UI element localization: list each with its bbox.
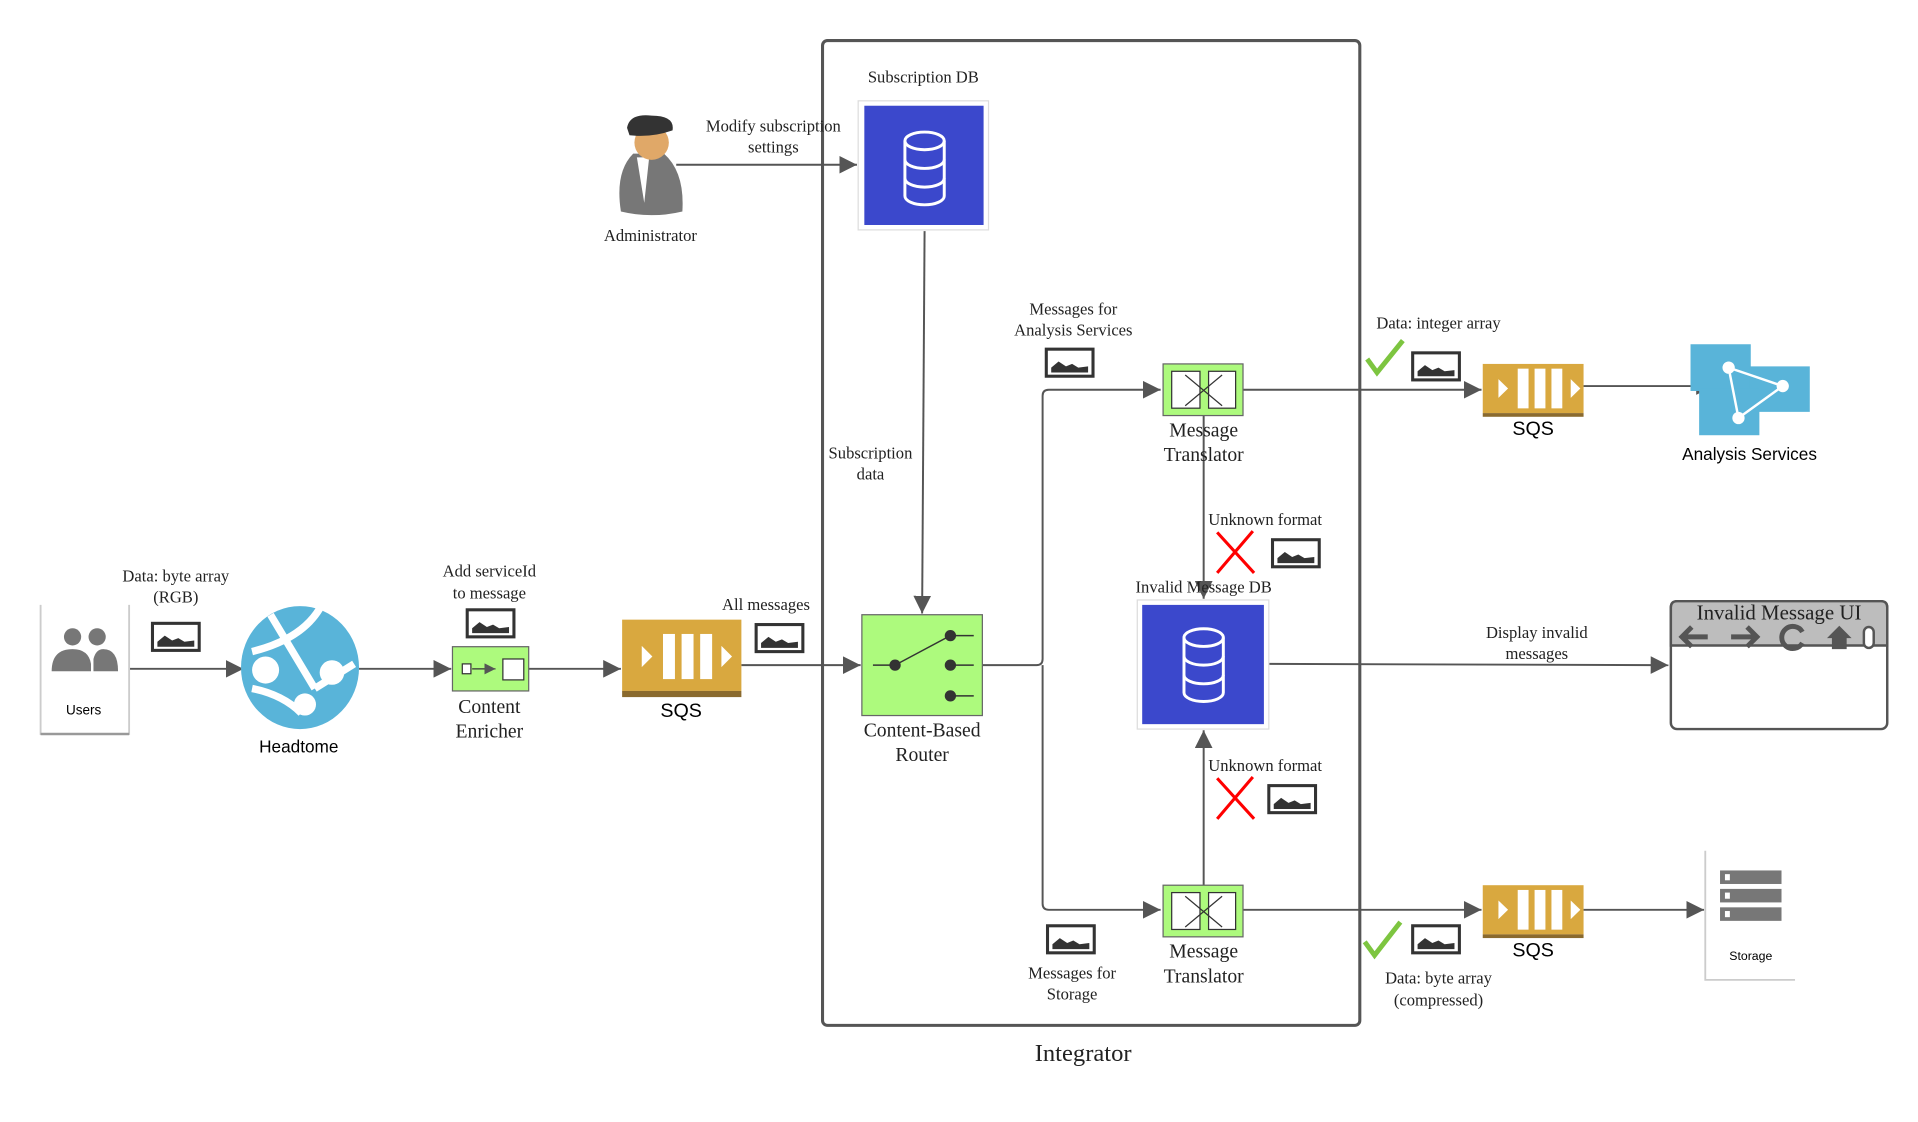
invalid-message-ui-window[interactable]: Invalid Message UI <box>1669 599 1889 731</box>
translator-bottom-label-line2: Translator <box>1164 965 1245 987</box>
subscription-db-label: Subscription DB <box>868 67 979 86</box>
sqs-analysis-label: SQS <box>1512 418 1554 440</box>
translator-top-label-line1: Message <box>1169 419 1238 441</box>
edges <box>129 155 1714 919</box>
invalid-db-label: Invalid Message DB <box>1136 578 1272 597</box>
content-enricher-node[interactable]: Content Enricher <box>451 646 530 743</box>
edge-label: Subscription <box>829 444 914 463</box>
content-based-router-node[interactable]: Content-Based Router <box>861 614 983 766</box>
edge-label: data <box>857 464 885 483</box>
translator-top-label-line2: Translator <box>1164 444 1245 466</box>
analysis-services-label: Analysis Services <box>1682 444 1817 464</box>
scroll-indicator-icon <box>1862 625 1875 650</box>
router-label-line1: Content-Based <box>864 719 981 741</box>
edge-label: Data: byte array <box>122 567 229 586</box>
invalid-message-db-node[interactable]: Invalid Message DB <box>1136 578 1272 730</box>
headtome-label: Headtome <box>259 736 338 756</box>
edge-label: Unknown format <box>1208 510 1322 529</box>
administrator-label: Administrator <box>604 226 697 245</box>
storage-server-icon <box>1720 870 1782 921</box>
edge-label: Storage <box>1047 985 1098 1004</box>
message-image-icon <box>1411 924 1461 955</box>
edge-label: to message <box>453 584 526 603</box>
edge-label: Messages for <box>1029 300 1117 319</box>
message-image-icon <box>1411 351 1461 382</box>
edge-label: Data: byte array <box>1385 969 1492 988</box>
edge-label: (compressed) <box>1394 991 1483 1010</box>
edge-subscription-db-router <box>913 231 932 614</box>
sqs-analysis-queue[interactable]: SQS <box>1482 363 1584 440</box>
storage-node[interactable]: Storage <box>1704 850 1796 981</box>
architecture-diagram: Integrator Users Headtome Content Enrich… <box>39 39 1889 1067</box>
message-image-icon <box>1267 784 1318 815</box>
users-label: Users <box>66 702 102 717</box>
analysis-services-node[interactable]: Analysis Services <box>1682 344 1817 464</box>
analysis-services-icon <box>1690 344 1810 436</box>
enricher-label-line2: Enricher <box>456 721 524 743</box>
integrator-label: Integrator <box>1035 1040 1132 1067</box>
edge-label: Display invalid <box>1486 623 1588 642</box>
edge-label: Add serviceId <box>443 562 537 581</box>
invalid-ui-title: Invalid Message UI <box>1697 601 1862 625</box>
edge-router-translator-top <box>982 380 1161 667</box>
message-image-icon <box>1270 538 1321 569</box>
sqs-storage-queue[interactable]: SQS <box>1482 885 1584 962</box>
azure-web-app-icon <box>240 606 360 730</box>
edge-label: (RGB) <box>153 587 198 606</box>
headtome-node[interactable]: Headtome <box>240 606 360 756</box>
message-image-icon <box>465 608 516 639</box>
reject-x-icon <box>1216 530 1256 574</box>
message-translator-top[interactable]: Message Translator <box>1162 363 1245 466</box>
edge-label: messages <box>1506 644 1569 663</box>
message-translator-bottom[interactable]: Message Translator <box>1162 884 1245 987</box>
edge-invalid-db-ui <box>1268 656 1669 674</box>
accept-check-icon <box>1365 339 1405 377</box>
message-image-icon <box>1045 924 1096 955</box>
edge-label: Data: integer array <box>1376 313 1501 332</box>
message-image-icon <box>754 623 805 654</box>
edge-label: Analysis Services <box>1014 321 1132 340</box>
router-label-line2: Router <box>895 744 949 766</box>
enricher-label-line1: Content <box>458 696 521 718</box>
users-node[interactable]: Users <box>39 604 131 736</box>
edge-label: settings <box>748 137 799 156</box>
administrator-node[interactable]: Administrator <box>604 115 697 245</box>
edge-label: Messages for <box>1028 964 1116 983</box>
reject-x-icon <box>1216 776 1256 820</box>
edge-label: Modify subscription <box>706 117 842 136</box>
message-image-icon <box>150 621 201 652</box>
storage-label: Storage <box>1729 949 1772 963</box>
sqs-input-queue[interactable]: SQS <box>622 619 742 722</box>
sqs-input-label: SQS <box>660 700 702 722</box>
message-image-icon <box>1044 347 1095 378</box>
edge-label: Unknown format <box>1208 756 1322 775</box>
translator-bottom-label-line1: Message <box>1169 941 1238 963</box>
administrator-person-icon <box>619 115 683 216</box>
sqs-storage-label: SQS <box>1512 940 1554 962</box>
accept-check-icon <box>1362 920 1403 960</box>
edge-label: All messages <box>722 595 810 614</box>
subscription-db-node[interactable]: Subscription DB <box>857 67 990 231</box>
